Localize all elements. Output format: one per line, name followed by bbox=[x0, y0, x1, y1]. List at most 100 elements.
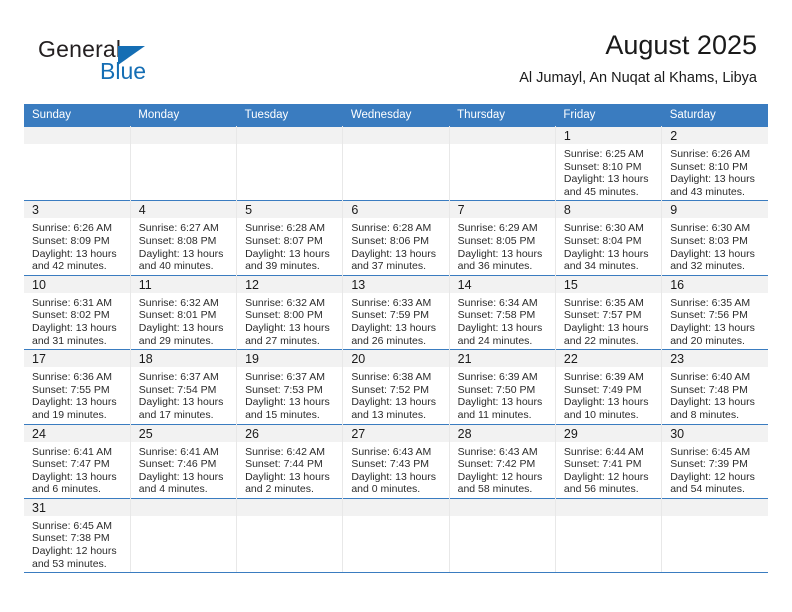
daylight-text: and 4 minutes. bbox=[138, 483, 208, 496]
calendar-day-cell[interactable]: 31 Sunrise: 6:45 AM Sunset: 7:38 PM Dayligh… bbox=[24, 497, 131, 574]
calendar-week-row: 17 Sunrise: 6:36 AM Sunset: 7:55 PM Dayligh… bbox=[24, 349, 768, 424]
calendar-day-cell[interactable]: 19 Sunrise: 6:37 AM Sunset: 7:53 PM Dayligh… bbox=[236, 349, 344, 424]
month-calendar: Sunday Monday Tuesday Wednesday Thursday Frid… bbox=[24, 104, 768, 574]
day-number: 15 bbox=[555, 275, 662, 293]
calendar-day-cell[interactable]: 16 Sunrise: 6:35 AM Sunset: 7:56 PM Dayligh… bbox=[661, 274, 768, 350]
calendar-day-cell[interactable]: 20 Sunrise: 6:38 AM Sunset: 7:52 PM Dayligh… bbox=[342, 349, 450, 424]
day-details: Sunrise: 6:31 AM Sunset: 8:02 PM Daylight:… bbox=[24, 293, 130, 349]
calendar-day-cell[interactable]: 11 Sunrise: 6:32 AM Sunset: 8:01 PM Dayligh… bbox=[130, 274, 238, 350]
daylight-text: and 11 minutes. bbox=[457, 408, 532, 421]
calendar-day-cell[interactable]: 21 Sunrise: 6:39 AM Sunset: 7:50 PM Dayligh… bbox=[449, 349, 556, 424]
calendar-week-row: 24 Sunrise: 6:41 AM Sunset: 7:47 PM Dayligh… bbox=[24, 423, 768, 499]
calendar-day-cell-empty bbox=[236, 125, 344, 201]
day-number bbox=[449, 127, 555, 144]
day-number: 16 bbox=[662, 275, 768, 293]
page-subtitle: Al Jumayl, An Nuqat al Khams, Libya bbox=[519, 70, 757, 86]
calendar-day-cell[interactable]: 1 Sunrise: 6:25 AM Sunset: 8:10 PM Daylight… bbox=[555, 125, 663, 201]
day-details: Sunrise: 6:28 AM Sunset: 8:06 PM Daylight:… bbox=[343, 218, 448, 274]
day-number: 1 bbox=[555, 127, 662, 144]
daylight-text: Daylight: 13 hours bbox=[32, 470, 117, 483]
calendar-week-row: 3 Sunrise: 6:26 AM Sunset: 8:09 PM Daylight… bbox=[24, 200, 768, 276]
sunset-text: Sunset: 7:58 PM bbox=[457, 309, 536, 322]
sunrise-text: Sunrise: 6:45 AM bbox=[670, 445, 751, 458]
day-number: 6 bbox=[343, 201, 449, 219]
calendar-day-cell[interactable]: 30 Sunrise: 6:45 AM Sunset: 7:39 PM Dayligh… bbox=[661, 423, 768, 499]
sunset-text: Sunset: 7:43 PM bbox=[351, 458, 429, 471]
calendar-day-cell[interactable]: 13 Sunrise: 6:33 AM Sunset: 7:59 PM Dayligh… bbox=[342, 274, 450, 350]
day-number: 7 bbox=[449, 201, 555, 219]
day-number: 21 bbox=[449, 350, 555, 368]
calendar-day-cell[interactable]: 26 Sunrise: 6:42 AM Sunset: 7:44 PM Dayligh… bbox=[236, 423, 344, 499]
calendar-day-cell[interactable]: 23 Sunrise: 6:40 AM Sunset: 7:48 PM Dayligh… bbox=[661, 349, 768, 424]
day-number bbox=[662, 498, 768, 516]
calendar-day-cell[interactable]: 4 Sunrise: 6:27 AM Sunset: 8:08 PM Daylight… bbox=[130, 200, 238, 276]
day-number: 27 bbox=[343, 424, 449, 442]
daylight-text: Daylight: 13 hours bbox=[563, 321, 649, 334]
day-number: 30 bbox=[662, 424, 768, 442]
calendar-day-cell[interactable]: 29 Sunrise: 6:44 AM Sunset: 7:41 PM Dayligh… bbox=[555, 423, 663, 499]
daylight-text: and 45 minutes. bbox=[563, 185, 639, 198]
calendar-day-cell[interactable]: 5 Sunrise: 6:28 AM Sunset: 8:07 PM Daylight… bbox=[236, 200, 344, 276]
sunset-text: Sunset: 7:52 PM bbox=[351, 383, 429, 396]
calendar-day-cell-empty bbox=[24, 125, 131, 201]
day-number: 13 bbox=[343, 275, 449, 293]
day-details: Sunrise: 6:32 AM Sunset: 8:01 PM Daylight:… bbox=[131, 293, 236, 349]
calendar-day-cell[interactable]: 24 Sunrise: 6:41 AM Sunset: 7:47 PM Dayligh… bbox=[24, 423, 131, 499]
calendar-day-cell-empty bbox=[449, 497, 556, 574]
daylight-text: Daylight: 13 hours bbox=[563, 396, 649, 409]
calendar-day-cell[interactable]: 7 Sunrise: 6:29 AM Sunset: 8:05 PM Daylight… bbox=[449, 200, 556, 276]
calendar-day-cell-empty bbox=[342, 125, 450, 201]
calendar-day-cell[interactable]: 3 Sunrise: 6:26 AM Sunset: 8:09 PM Daylight… bbox=[24, 200, 131, 276]
calendar-day-cell-empty bbox=[130, 497, 238, 574]
day-details bbox=[131, 516, 236, 522]
general-blue-logo[interactable]: General Blue bbox=[38, 36, 228, 92]
calendar-day-cell[interactable]: 14 Sunrise: 6:34 AM Sunset: 7:58 PM Dayligh… bbox=[449, 274, 556, 350]
sunrise-text: Sunrise: 6:45 AM bbox=[32, 519, 112, 532]
calendar-day-cell[interactable]: 12 Sunrise: 6:32 AM Sunset: 8:00 PM Dayligh… bbox=[236, 274, 344, 350]
title-block: August 2025 Al Jumayl, An Nuqat al Khams… bbox=[519, 28, 757, 88]
sunset-text: Sunset: 7:42 PM bbox=[457, 458, 536, 471]
sunset-text: Sunset: 8:10 PM bbox=[563, 160, 642, 173]
calendar-day-cell[interactable]: 22 Sunrise: 6:39 AM Sunset: 7:49 PM Dayligh… bbox=[555, 349, 663, 424]
sunset-text: Sunset: 8:10 PM bbox=[670, 160, 748, 173]
calendar-day-cell[interactable]: 25 Sunrise: 6:41 AM Sunset: 7:46 PM Dayligh… bbox=[130, 423, 238, 499]
sunrise-text: Sunrise: 6:41 AM bbox=[138, 445, 219, 458]
calendar-day-cell[interactable]: 10 Sunrise: 6:31 AM Sunset: 8:02 PM Dayligh… bbox=[24, 274, 131, 350]
calendar-day-cell[interactable]: 8 Sunrise: 6:30 AM Sunset: 8:04 PM Daylight… bbox=[555, 200, 663, 276]
daylight-text: Daylight: 13 hours bbox=[670, 173, 755, 186]
day-number: 4 bbox=[130, 201, 237, 219]
daylight-text: Daylight: 13 hours bbox=[670, 321, 755, 334]
sunrise-text: Sunrise: 6:31 AM bbox=[32, 296, 112, 309]
day-details: Sunrise: 6:38 AM Sunset: 7:52 PM Daylight:… bbox=[343, 367, 448, 423]
calendar-day-cell[interactable]: 17 Sunrise: 6:36 AM Sunset: 7:55 PM Dayligh… bbox=[24, 349, 131, 424]
calendar-day-cell[interactable]: 27 Sunrise: 6:43 AM Sunset: 7:43 PM Dayligh… bbox=[342, 423, 450, 499]
daylight-text: Daylight: 13 hours bbox=[457, 396, 543, 409]
day-number: 9 bbox=[662, 201, 768, 219]
day-number: 3 bbox=[24, 201, 130, 219]
sunrise-text: Sunrise: 6:44 AM bbox=[563, 445, 644, 458]
daylight-text: Daylight: 13 hours bbox=[32, 321, 117, 334]
calendar-day-cell[interactable]: 18 Sunrise: 6:37 AM Sunset: 7:54 PM Dayligh… bbox=[130, 349, 238, 424]
day-details: Sunrise: 6:39 AM Sunset: 7:50 PM Daylight:… bbox=[450, 367, 555, 423]
calendar-day-cell[interactable]: 28 Sunrise: 6:43 AM Sunset: 7:42 PM Dayligh… bbox=[449, 423, 556, 499]
day-details: Sunrise: 6:26 AM Sunset: 8:09 PM Daylight:… bbox=[24, 218, 130, 274]
day-number: 22 bbox=[555, 350, 662, 368]
sunrise-text: Sunrise: 6:30 AM bbox=[670, 222, 751, 235]
sunset-text: Sunset: 7:55 PM bbox=[32, 383, 110, 396]
day-number bbox=[24, 127, 130, 144]
sunrise-text: Sunrise: 6:38 AM bbox=[351, 371, 432, 384]
calendar-day-cell[interactable]: 15 Sunrise: 6:35 AM Sunset: 7:57 PM Dayligh… bbox=[555, 274, 663, 350]
sunrise-text: Sunrise: 6:32 AM bbox=[138, 296, 219, 309]
sunrise-text: Sunrise: 6:34 AM bbox=[457, 296, 538, 309]
day-number: 31 bbox=[24, 498, 130, 516]
calendar-week-row: 31 Sunrise: 6:45 AM Sunset: 7:38 PM Dayligh… bbox=[24, 497, 768, 574]
calendar-day-cell[interactable]: 6 Sunrise: 6:28 AM Sunset: 8:06 PM Daylight… bbox=[342, 200, 450, 276]
page-title: August 2025 bbox=[605, 30, 757, 60]
sunset-text: Sunset: 7:44 PM bbox=[245, 458, 323, 471]
daylight-text: and 26 minutes. bbox=[351, 334, 427, 347]
sunrise-text: Sunrise: 6:26 AM bbox=[32, 222, 112, 235]
weekday-header-sunday: Sunday bbox=[24, 104, 131, 127]
calendar-day-cell[interactable]: 2 Sunrise: 6:26 AM Sunset: 8:10 PM Daylight… bbox=[661, 125, 768, 201]
calendar-day-cell[interactable]: 9 Sunrise: 6:30 AM Sunset: 8:03 PM Daylight… bbox=[661, 200, 768, 276]
day-number: 2 bbox=[662, 127, 768, 144]
